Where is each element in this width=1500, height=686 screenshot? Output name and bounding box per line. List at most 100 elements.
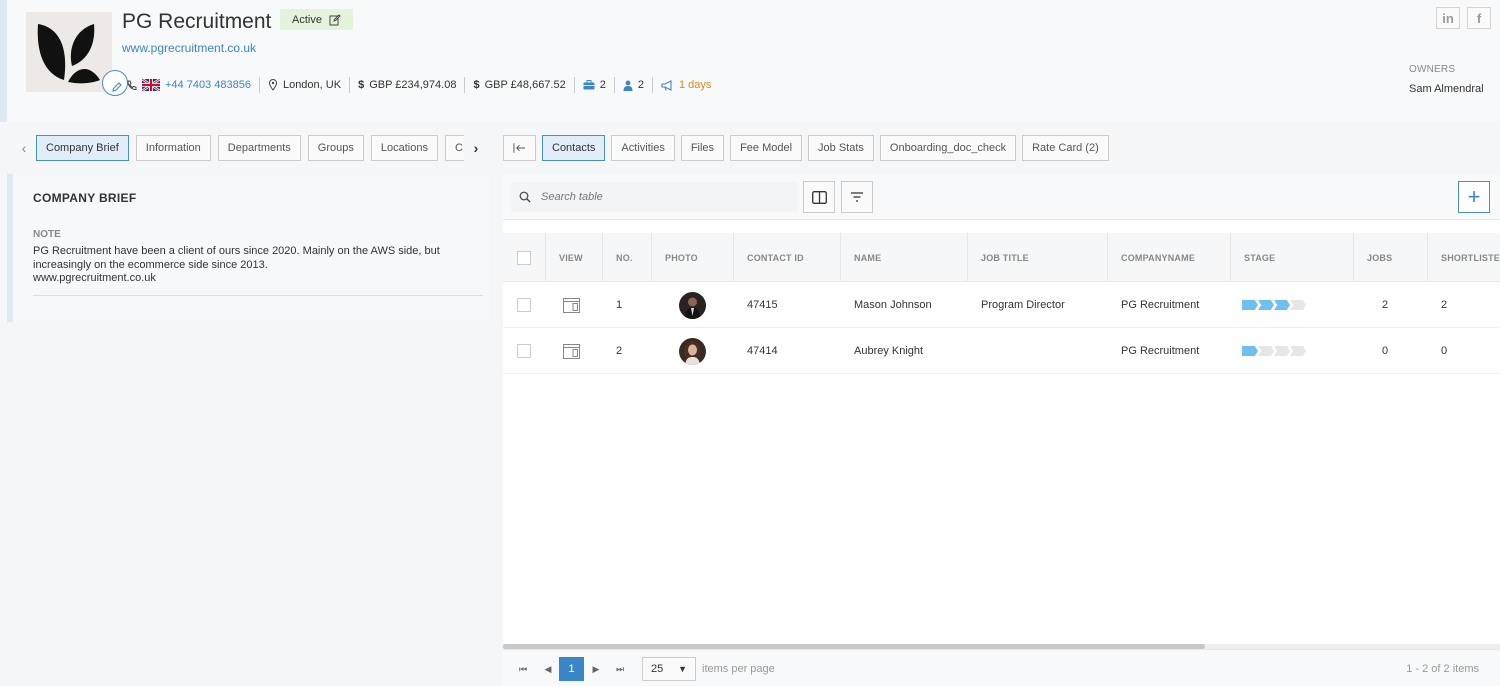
row-number: 2 <box>616 345 623 357</box>
left-tab-bar: ‹ Company Brief Information Departments … <box>12 134 488 162</box>
tab-locations[interactable]: Locations <box>370 135 438 161</box>
view-details-icon[interactable] <box>563 343 580 359</box>
tab-onboarding-doc-check[interactable]: Onboarding_doc_check <box>879 135 1017 161</box>
person-icon <box>623 80 633 91</box>
location-text: London, UK <box>282 79 342 91</box>
tab-groups[interactable]: Groups <box>307 135 364 161</box>
phone-number[interactable]: +44 7403 483856 <box>165 79 251 91</box>
filter-icon <box>851 192 863 202</box>
tab-activities[interactable]: Activities <box>611 135 675 161</box>
stage-step <box>1258 346 1274 356</box>
facebook-button[interactable]: f <box>1467 7 1491 29</box>
person-photo-icon <box>679 337 706 365</box>
view-cell <box>550 282 580 328</box>
column-header-no[interactable]: NO. <box>602 233 651 282</box>
column-header-jobs[interactable]: JOBS <box>1353 233 1427 282</box>
pagination-bar: ⏮ ◀ 1 ▶ ⏭ 25 ▼ items per page 1 - 2 of 2… <box>503 649 1500 686</box>
linkedin-button[interactable]: in <box>1436 7 1460 29</box>
dollar-icon: $ <box>358 79 365 91</box>
company-website-link[interactable]: www.pgrecruitment.co.uk <box>122 41 256 55</box>
table-header: VIEW NO. PHOTO CONTACT ID NAME JOB TITLE… <box>503 233 1500 282</box>
current-page-button[interactable]: 1 <box>559 657 584 681</box>
chevron-right-icon: › <box>473 140 479 156</box>
search-input[interactable] <box>541 191 781 203</box>
select-all-cell <box>503 233 545 282</box>
tabs-scroll-left-button[interactable]: ‹ <box>12 140 36 156</box>
row-checkbox[interactable] <box>517 298 531 312</box>
column-header-view[interactable]: VIEW <box>545 233 602 282</box>
column-header-shortlisted[interactable]: SHORTLISTED <box>1427 233 1500 282</box>
stage-step <box>1242 300 1258 310</box>
column-header-stage[interactable]: STAGE <box>1230 233 1353 282</box>
facebook-icon: f <box>1476 10 1482 26</box>
tab-departments[interactable]: Departments <box>217 135 301 161</box>
contacts-count-item[interactable]: 2 <box>615 77 653 93</box>
tab-contacts[interactable]: Contacts <box>542 135 606 161</box>
tab-company-brief[interactable]: Company Brief <box>36 135 129 161</box>
first-page-icon: ⏮ <box>518 663 528 674</box>
jobs-count-item[interactable]: 2 <box>575 77 615 93</box>
chevron-left-icon: ‹ <box>21 140 27 156</box>
tab-files[interactable]: Files <box>680 135 725 161</box>
linkedin-icon: in <box>1442 10 1454 26</box>
tab-information[interactable]: Information <box>135 135 211 161</box>
photo-cell <box>666 282 706 328</box>
select-all-checkbox[interactable] <box>517 250 531 265</box>
contact-name[interactable]: Aubrey Knight <box>841 328 923 374</box>
avatar <box>679 337 706 365</box>
uk-flag-icon <box>142 79 160 91</box>
company-header: PG Recruitment Active www.pgrecruitment.… <box>0 0 1500 122</box>
jobs-count-link[interactable]: 0 <box>1369 328 1388 374</box>
contacts-panel: + VIEW NO. PHOTO CONTACT ID NAME JOB TIT… <box>503 174 1500 686</box>
contact-id: 47415 <box>747 299 778 311</box>
tab-rate-card[interactable]: Rate Card (2) <box>1022 135 1109 161</box>
column-header-photo[interactable]: PHOTO <box>651 233 733 282</box>
jobs-count-link[interactable]: 2 <box>1369 282 1388 328</box>
company-logo <box>26 12 128 96</box>
first-page-button[interactable]: ⏮ <box>513 658 533 680</box>
table-row[interactable]: 1 47415 Mason Johnson Program Director P… <box>503 282 1500 328</box>
note-label: NOTE <box>33 229 61 240</box>
company-meta: +44 7403 483856 London, UK $ GBP £234,97… <box>122 77 719 93</box>
filter-button[interactable] <box>841 181 873 213</box>
stage-step <box>1274 300 1290 310</box>
column-header-contact-id[interactable]: CONTACT ID <box>733 233 840 282</box>
view-details-icon[interactable] <box>563 297 580 313</box>
column-header-companyname[interactable]: COMPANYNAME <box>1107 233 1230 282</box>
tab-fee-model[interactable]: Fee Model <box>730 135 803 161</box>
megaphone-icon <box>661 79 672 91</box>
page-size-select[interactable]: 25 ▼ <box>642 657 696 681</box>
tabs-scroll-right-button[interactable]: › <box>464 140 488 156</box>
caret-down-icon: ▼ <box>678 664 687 674</box>
table-row[interactable]: 2 47414 Aubrey Knight PG Recruitment 0 0 <box>503 328 1500 374</box>
tab-job-stats[interactable]: Job Stats <box>808 135 874 161</box>
items-per-page-label: items per page <box>702 663 775 675</box>
plus-icon: + <box>1467 184 1481 209</box>
prev-page-button[interactable]: ◀ <box>538 658 558 680</box>
next-page-button[interactable]: ▶ <box>586 658 606 680</box>
right-tab-bar: Contacts Activities Files Fee Model Job … <box>503 134 1115 162</box>
search-box[interactable] <box>511 182 797 212</box>
stage-step <box>1242 346 1258 356</box>
row-select-cell <box>503 282 531 328</box>
add-contact-button[interactable]: + <box>1458 181 1490 213</box>
collapse-panel-button[interactable] <box>503 135 536 161</box>
status-badge[interactable]: Active <box>280 9 353 30</box>
row-checkbox[interactable] <box>517 344 531 358</box>
shortlisted-count: 0 <box>1441 345 1448 357</box>
contact-name[interactable]: Mason Johnson <box>841 282 932 328</box>
contacts-count: 2 <box>637 79 644 91</box>
column-header-name[interactable]: NAME <box>840 233 967 282</box>
columns-button[interactable] <box>803 181 835 213</box>
person-photo-icon <box>679 291 706 319</box>
jobs-count: 2 <box>599 79 606 91</box>
column-header-job-title[interactable]: JOB TITLE <box>967 233 1107 282</box>
contact-id: 47414 <box>747 345 778 357</box>
owner-name[interactable]: Sam Almendral <box>1409 83 1484 95</box>
company-name: PG Recruitment <box>122 10 272 33</box>
last-page-button[interactable]: ⏭ <box>610 658 630 680</box>
phone-item[interactable]: +44 7403 483856 <box>122 77 260 93</box>
tab-overflow[interactable]: C <box>444 135 464 161</box>
status-label: Active <box>292 13 322 26</box>
view-cell <box>550 328 580 374</box>
